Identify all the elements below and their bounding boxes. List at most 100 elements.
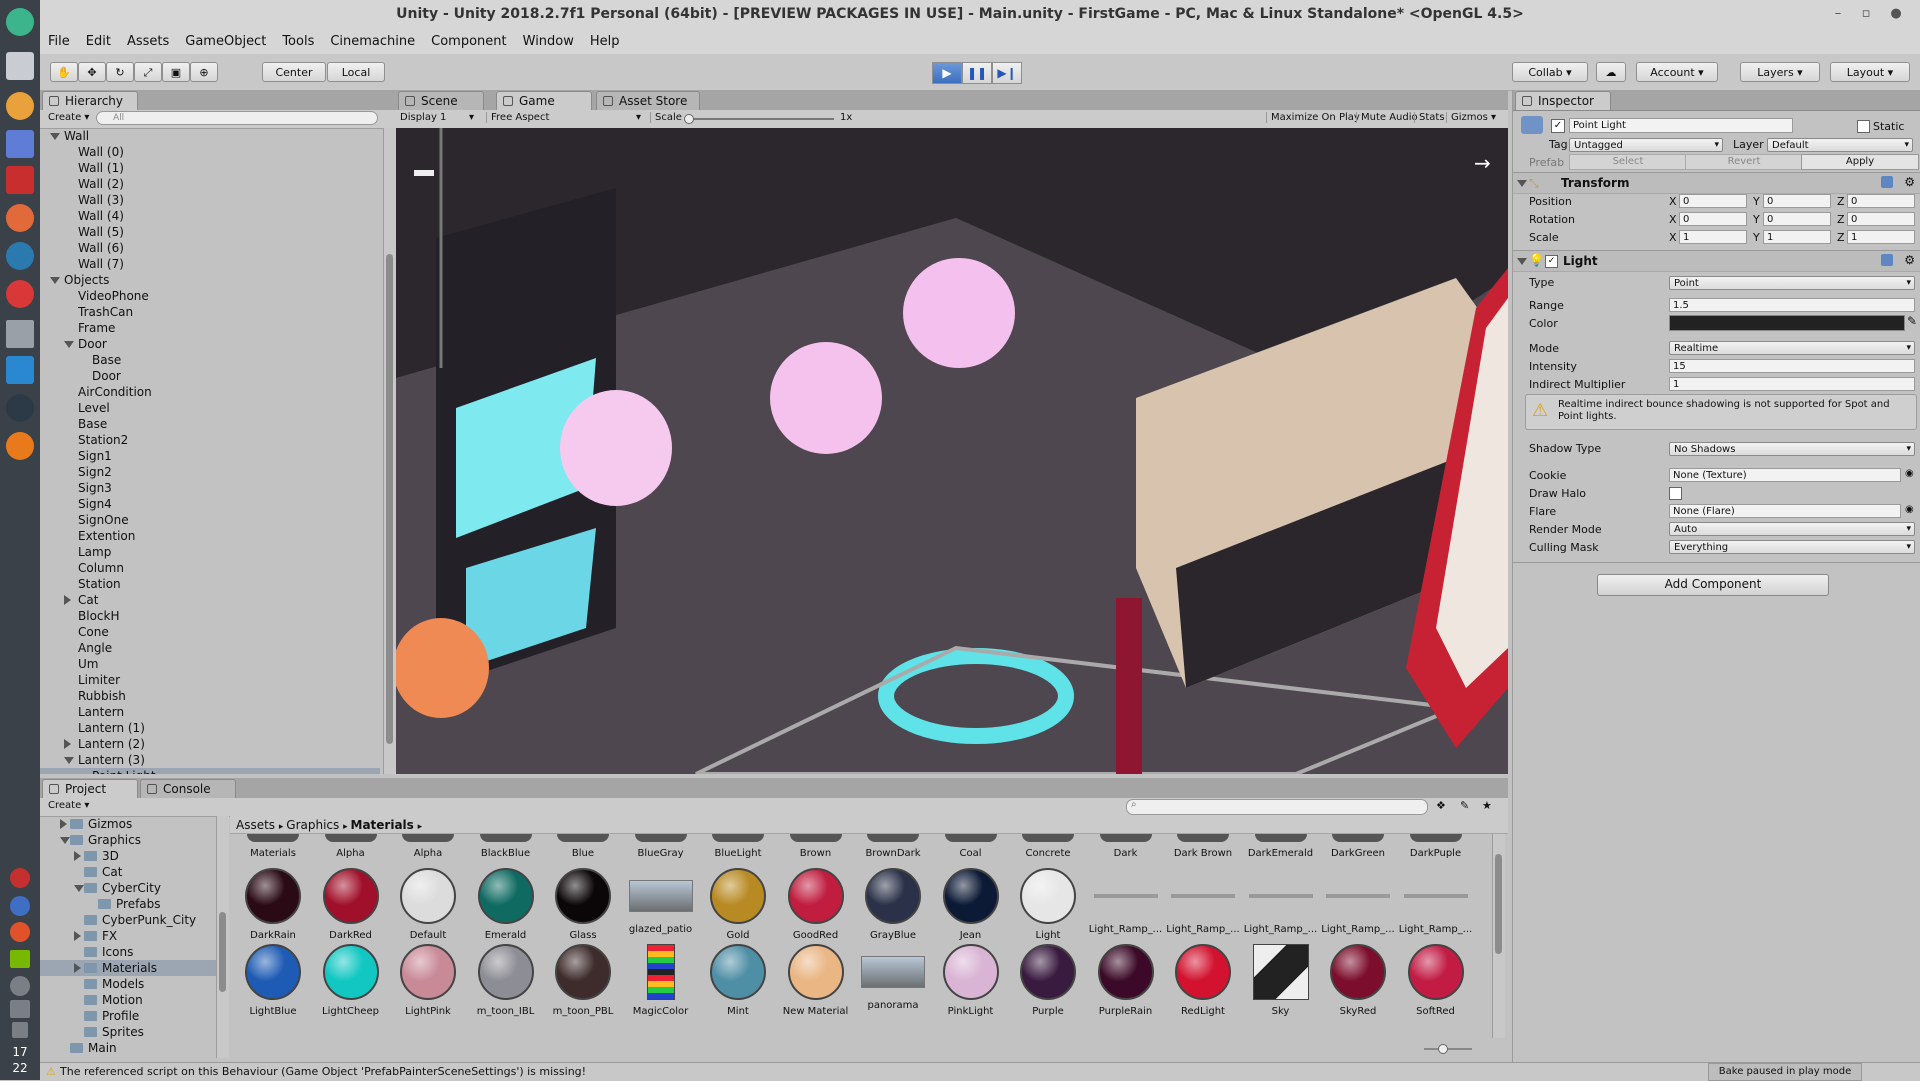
asset-item[interactable]: LightCheep: [314, 944, 388, 1017]
transform-x-field[interactable]: 1: [1679, 230, 1747, 244]
tab-scene[interactable]: Scene: [398, 91, 484, 110]
asset-item[interactable]: Light_Ramp_...: [1089, 868, 1163, 935]
hierarchy-item[interactable]: Point Light: [40, 768, 380, 774]
account-dropdown[interactable]: Account ▾: [1636, 62, 1718, 82]
transform-tool-icon[interactable]: ⊕: [190, 62, 218, 82]
terminal-icon[interactable]: [6, 394, 34, 422]
arrow-right-icon[interactable]: →: [1474, 151, 1491, 175]
project-tree-item[interactable]: Materials: [40, 960, 216, 976]
asset-item[interactable]: MagicColor: [624, 944, 698, 1017]
project-tree-item[interactable]: Cat: [40, 864, 216, 880]
project-tree-item[interactable]: Models: [40, 976, 216, 992]
hierarchy-item[interactable]: Sign1: [40, 448, 380, 464]
play-button[interactable]: ▶: [932, 62, 962, 84]
project-tree-item[interactable]: Profile: [40, 1008, 216, 1024]
layers-dropdown[interactable]: Layers ▾: [1740, 62, 1820, 82]
breadcrumb-assets[interactable]: Assets: [236, 818, 275, 832]
cookie-picker-icon[interactable]: ◉: [1905, 468, 1914, 479]
project-tree-item[interactable]: Gizmos: [40, 816, 216, 832]
asset-item[interactable]: glazed_patio: [624, 868, 698, 935]
hierarchy-item[interactable]: Station: [40, 576, 380, 592]
foldout-closed-icon[interactable]: [74, 963, 81, 973]
pause-button[interactable]: ❚❚: [962, 62, 992, 84]
transform-foldout-icon[interactable]: [1517, 180, 1527, 187]
foldout-closed-icon[interactable]: [64, 739, 71, 749]
foldout-open-icon[interactable]: [64, 341, 74, 348]
asset-item[interactable]: GoodRed: [779, 868, 853, 941]
project-tree-scroll-thumb[interactable]: [219, 912, 226, 992]
prefab-revert-button[interactable]: Revert: [1685, 154, 1803, 170]
menu-edit[interactable]: Edit: [78, 28, 119, 49]
breadcrumb-materials[interactable]: Materials: [351, 818, 414, 832]
scale-tool-icon[interactable]: ⤢: [134, 62, 162, 82]
wifi-icon[interactable]: [10, 976, 30, 996]
favorite-icon[interactable]: ★: [1482, 799, 1492, 812]
light-gear-icon[interactable]: ⚙: [1904, 253, 1915, 267]
transform-y-field[interactable]: 1: [1763, 230, 1831, 244]
rider-icon[interactable]: [6, 166, 34, 194]
hierarchy-item[interactable]: Extention: [40, 528, 380, 544]
hierarchy-item[interactable]: Cat: [40, 592, 380, 608]
transform-z-field[interactable]: 0: [1847, 212, 1915, 226]
steam-icon[interactable]: [6, 242, 34, 270]
transform-z-field[interactable]: 0: [1847, 194, 1915, 208]
hierarchy-create-dropdown[interactable]: Create ▾: [48, 112, 89, 123]
project-tree-item[interactable]: Main: [40, 1040, 216, 1056]
foldout-closed-icon[interactable]: [74, 851, 81, 861]
asset-item[interactable]: Purple: [1011, 944, 1085, 1017]
shield-icon[interactable]: [10, 868, 30, 888]
menu-assets[interactable]: Assets: [119, 28, 177, 49]
asset-item[interactable]: LightBlue: [236, 944, 310, 1017]
scale-slider[interactable]: [684, 114, 834, 124]
folder-icon[interactable]: [6, 320, 34, 348]
stats-toggle[interactable]: Stats: [1414, 112, 1449, 123]
scale-slider-knob[interactable]: [684, 114, 694, 124]
menu-window[interactable]: Window: [515, 28, 582, 49]
asset-item[interactable]: SkyRed: [1321, 944, 1395, 1017]
firefox-icon[interactable]: [10, 922, 30, 942]
asset-item[interactable]: Mint: [701, 944, 775, 1017]
cloud-icon[interactable]: ☁: [1596, 62, 1626, 82]
hierarchy-item[interactable]: Um: [40, 656, 380, 672]
transform-y-field[interactable]: 0: [1763, 212, 1831, 226]
prefab-select-button[interactable]: Select: [1569, 154, 1687, 170]
asset-item[interactable]: BlueLight: [701, 834, 775, 859]
asset-item[interactable]: Materials: [236, 834, 310, 859]
light-type-dropdown[interactable]: Point: [1669, 276, 1915, 290]
light-header[interactable]: 💡 ✓ Light ⚙: [1513, 250, 1920, 272]
project-tree-scrollbar[interactable]: [216, 816, 229, 1058]
project-tree-item[interactable]: Motion: [40, 992, 216, 1008]
hierarchy-item[interactable]: SignOne: [40, 512, 380, 528]
hierarchy-item[interactable]: Objects: [40, 272, 380, 288]
hierarchy-item[interactable]: Level: [40, 400, 380, 416]
hierarchy-item[interactable]: Lantern (3): [40, 752, 380, 768]
minimize-icon[interactable]: –: [1828, 4, 1848, 24]
game-viewport[interactable]: →: [396, 128, 1508, 774]
asset-item[interactable]: Gold: [701, 868, 775, 941]
indirect-multiplier-field[interactable]: 1: [1669, 377, 1915, 391]
asset-item[interactable]: GrayBlue: [856, 868, 930, 941]
transform-x-field[interactable]: 0: [1679, 212, 1747, 226]
menu-tools[interactable]: Tools: [274, 28, 322, 49]
light-foldout-icon[interactable]: [1517, 258, 1527, 265]
hierarchy-item[interactable]: Door: [40, 336, 380, 352]
opera-icon[interactable]: [6, 280, 34, 308]
hierarchy-item[interactable]: Wall (2): [40, 176, 380, 192]
hierarchy-item[interactable]: Sign4: [40, 496, 380, 512]
asset-item[interactable]: Jean: [934, 868, 1008, 941]
rect-tool-icon[interactable]: ▣: [162, 62, 190, 82]
transform-z-field[interactable]: 1: [1847, 230, 1915, 244]
hierarchy-item[interactable]: Wall (3): [40, 192, 380, 208]
eyedropper-icon[interactable]: ✎: [1907, 314, 1917, 328]
hierarchy-item[interactable]: Wall: [40, 128, 380, 144]
asset-item[interactable]: Dark Brown: [1166, 834, 1240, 859]
asset-item[interactable]: Alpha: [391, 834, 465, 859]
hierarchy-scroll-thumb[interactable]: [386, 254, 393, 744]
aspect-dropdown[interactable]: Free Aspect ▾: [486, 112, 645, 123]
hierarchy-search-input[interactable]: All: [96, 111, 378, 125]
gizmos-dropdown[interactable]: Gizmos ▾: [1446, 112, 1500, 123]
hierarchy-scrollbar[interactable]: [383, 128, 396, 774]
maximize-on-play-toggle[interactable]: Maximize On Play: [1266, 112, 1364, 123]
chrome-icon[interactable]: [6, 92, 34, 120]
step-button[interactable]: ▶❙: [992, 62, 1022, 84]
